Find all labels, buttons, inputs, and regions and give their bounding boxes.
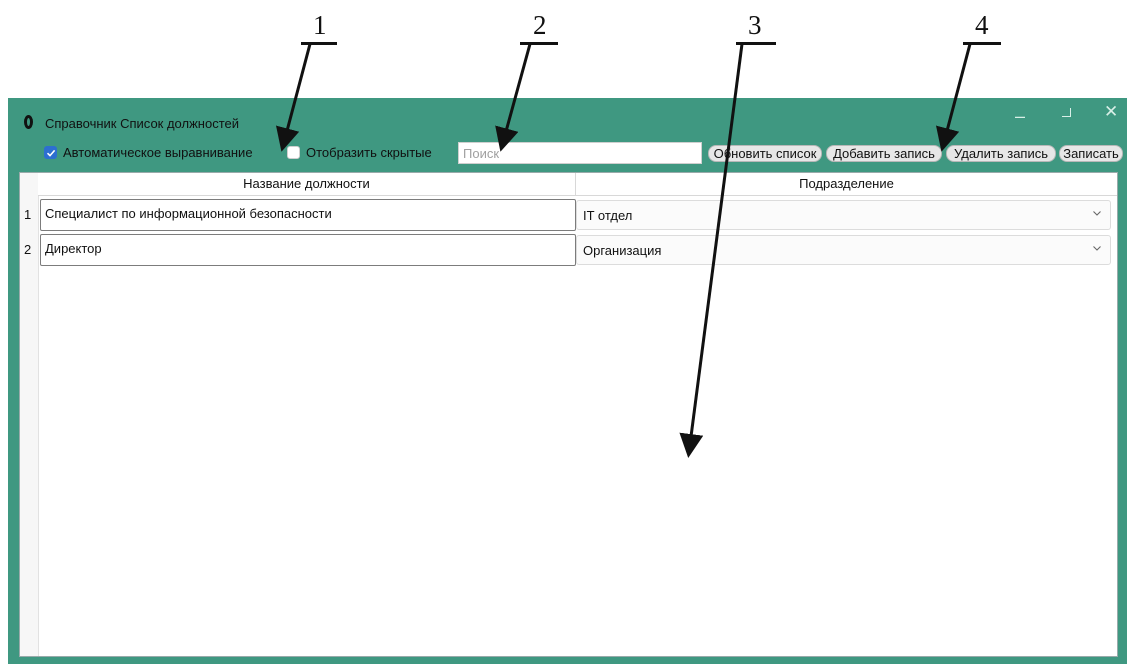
row-number: 1 [24, 207, 32, 222]
minimize-icon[interactable]: – [1015, 107, 1025, 125]
positions-table[interactable]: Название должности Подразделение 1 Специ… [19, 172, 1118, 657]
checkbox-box[interactable] [287, 146, 300, 159]
search-input[interactable] [458, 142, 702, 164]
refresh-list-button[interactable]: Обновить список [708, 145, 822, 162]
department-select[interactable]: Организация [576, 235, 1111, 265]
callout-bar-3 [736, 42, 776, 45]
auto-align-checkbox[interactable]: Автоматическое выравнивание [44, 145, 253, 160]
show-hidden-checkbox[interactable]: Отобразить скрытые [287, 145, 432, 160]
row-number: 2 [24, 242, 32, 257]
position-name-cell[interactable]: Специалист по информационной безопасност… [40, 199, 576, 231]
window-icon [24, 115, 33, 129]
auto-align-label: Автоматическое выравнивание [63, 145, 253, 160]
callout-number-1: 1 [313, 10, 327, 40]
callout-bar-4 [963, 42, 1001, 45]
chevron-down-icon[interactable] [1092, 208, 1102, 218]
position-name-cell[interactable]: Директор [40, 234, 576, 266]
department-select[interactable]: IT отдел [576, 200, 1111, 230]
add-record-button[interactable]: Добавить запись [826, 145, 942, 162]
callout-number-3: 3 [748, 10, 762, 40]
department-value: IT отдел [583, 208, 633, 223]
close-icon[interactable]: ✕ [1104, 103, 1118, 120]
maximize-icon[interactable] [1062, 104, 1071, 121]
chevron-down-icon[interactable] [1092, 243, 1102, 253]
app-window: Справочник Список должностей – ✕ Автомат… [8, 98, 1127, 664]
delete-record-button[interactable]: Удалить запись [946, 145, 1056, 162]
window-title: Справочник Список должностей [45, 116, 239, 131]
callout-number-4: 4 [975, 10, 989, 40]
show-hidden-label: Отобразить скрытые [306, 145, 432, 160]
callout-bar-2 [520, 42, 558, 45]
checkmark-icon[interactable] [44, 146, 57, 159]
callout-number-2: 2 [533, 10, 547, 40]
table-header: Название должности Подразделение [38, 173, 1117, 196]
save-button[interactable]: Записать [1059, 145, 1123, 162]
department-value: Организация [583, 243, 662, 258]
table-row[interactable]: 1 Специалист по информационной безопасно… [20, 197, 1117, 231]
column-header-position-name[interactable]: Название должности [38, 173, 576, 195]
column-header-department[interactable]: Подразделение [576, 173, 1117, 195]
table-row[interactable]: 2 Директор Организация [20, 232, 1117, 266]
callout-bar-1 [301, 42, 337, 45]
